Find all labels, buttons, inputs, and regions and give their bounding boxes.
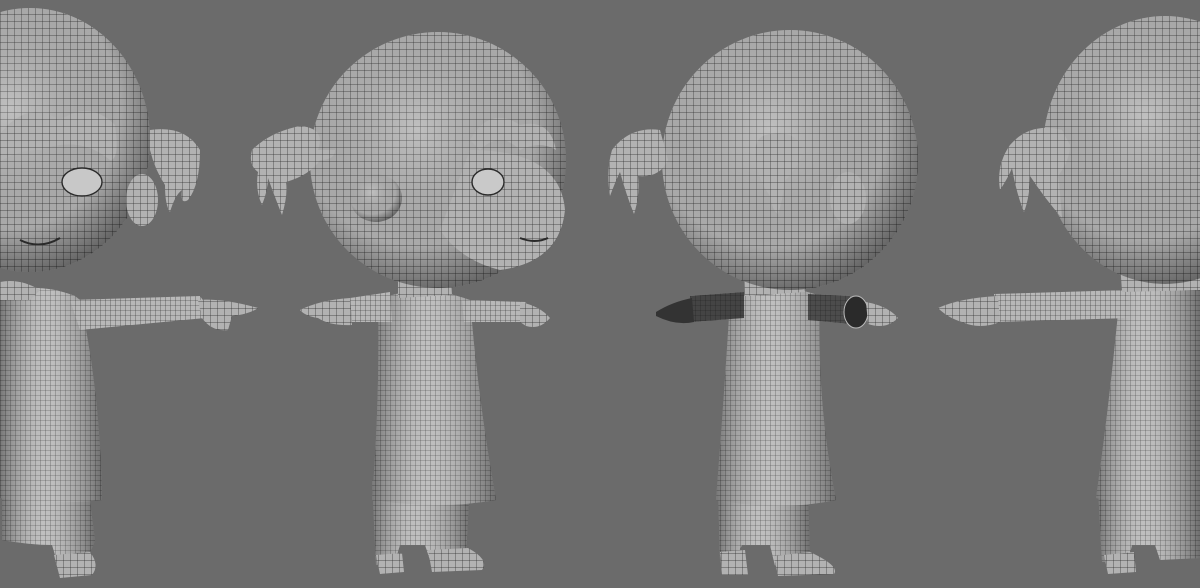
shoe-right bbox=[428, 548, 485, 572]
viewport-canvas bbox=[0, 8, 1200, 578]
eye bbox=[471, 168, 505, 196]
shoe-left bbox=[376, 553, 404, 574]
hand-right bbox=[866, 302, 898, 326]
hand bbox=[938, 296, 1000, 326]
pigtail bbox=[999, 127, 1070, 218]
character-front-view bbox=[0, 8, 258, 578]
arm-right bbox=[462, 300, 528, 322]
shoe-left bbox=[720, 550, 748, 575]
character-three-quarter-view bbox=[250, 32, 566, 574]
shoe-right bbox=[774, 552, 835, 576]
eye bbox=[61, 167, 103, 197]
pigtail-back bbox=[608, 129, 668, 214]
ear bbox=[126, 174, 158, 226]
hand bbox=[198, 299, 258, 331]
arm bbox=[70, 296, 206, 330]
hand-right bbox=[520, 302, 550, 327]
shoe bbox=[54, 552, 96, 578]
character-back-three-quarter-view bbox=[608, 30, 918, 576]
arm-left bbox=[350, 292, 392, 322]
arm bbox=[994, 290, 1130, 322]
shoe bbox=[1104, 552, 1136, 574]
hand-left bbox=[300, 298, 352, 326]
character-back-view bbox=[938, 16, 1200, 574]
ear bbox=[830, 172, 866, 224]
hand-left bbox=[656, 298, 694, 324]
wireframe-turnaround-scene bbox=[0, 0, 1200, 588]
wrist bbox=[843, 295, 869, 329]
